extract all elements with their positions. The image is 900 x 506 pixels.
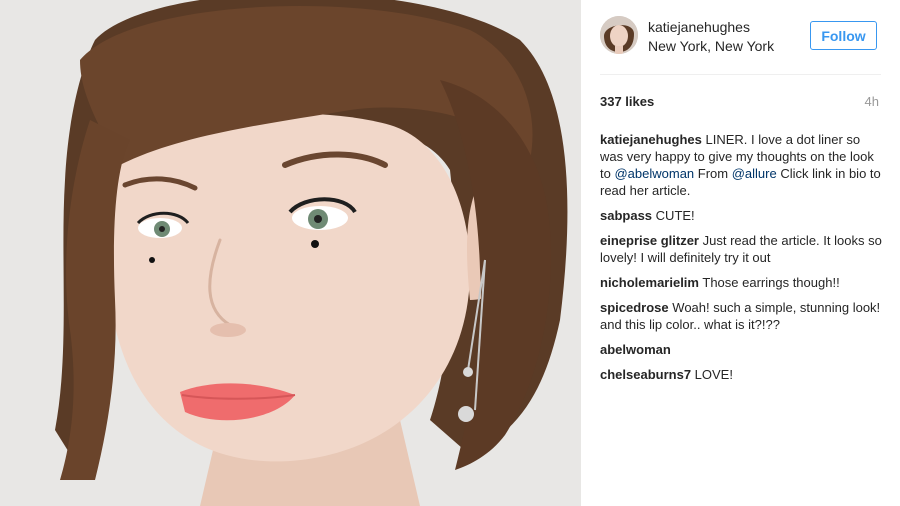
- comment: nicholemarielim Those earrings though!!: [600, 274, 882, 291]
- post-photo[interactable]: [0, 0, 581, 506]
- comment: eineprise glitzer Just read the article.…: [600, 232, 882, 266]
- comments-list: katiejanehughes LINER. I love a dot line…: [600, 131, 882, 391]
- post-header: katiejanehughes New York, New York Follo…: [581, 0, 900, 74]
- comment-user[interactable]: chelseaburns7: [600, 367, 691, 382]
- comment-user[interactable]: sabpass: [600, 208, 652, 223]
- comment: sabpass CUTE!: [600, 207, 882, 224]
- comment: chelseaburns7 LOVE!: [600, 366, 882, 383]
- likes-count[interactable]: 337 likes: [600, 94, 654, 109]
- comment: spicedrose Woah! such a simple, stunning…: [600, 299, 882, 333]
- comment: abelwoman: [600, 341, 882, 358]
- instagram-post: katiejanehughes New York, New York Follo…: [0, 0, 900, 506]
- post-time: 4h: [864, 94, 879, 109]
- portrait-photo-icon: [0, 0, 581, 506]
- mention-link[interactable]: @allure: [732, 166, 777, 181]
- comment-text: LOVE!: [694, 367, 733, 382]
- comment-user[interactable]: abelwoman: [600, 342, 671, 357]
- follow-button[interactable]: Follow: [810, 21, 877, 50]
- comment-text: CUTE!: [655, 208, 695, 223]
- avatar[interactable]: [600, 16, 638, 54]
- comment-text: Those earrings though!!: [702, 275, 840, 290]
- comment-user[interactable]: eineprise glitzer: [600, 233, 699, 248]
- mention-link[interactable]: @abelwoman: [614, 166, 694, 181]
- profile-photo-icon: [600, 16, 638, 54]
- caption-user[interactable]: katiejanehughes: [600, 132, 702, 147]
- caption: katiejanehughes LINER. I love a dot line…: [600, 131, 882, 199]
- location[interactable]: New York, New York: [648, 38, 774, 54]
- post-sidebar: katiejanehughes New York, New York Follo…: [581, 0, 900, 506]
- divider: [600, 74, 881, 75]
- username[interactable]: katiejanehughes: [648, 19, 750, 35]
- comment-user[interactable]: nicholemarielim: [600, 275, 699, 290]
- comment-user[interactable]: spicedrose: [600, 300, 669, 315]
